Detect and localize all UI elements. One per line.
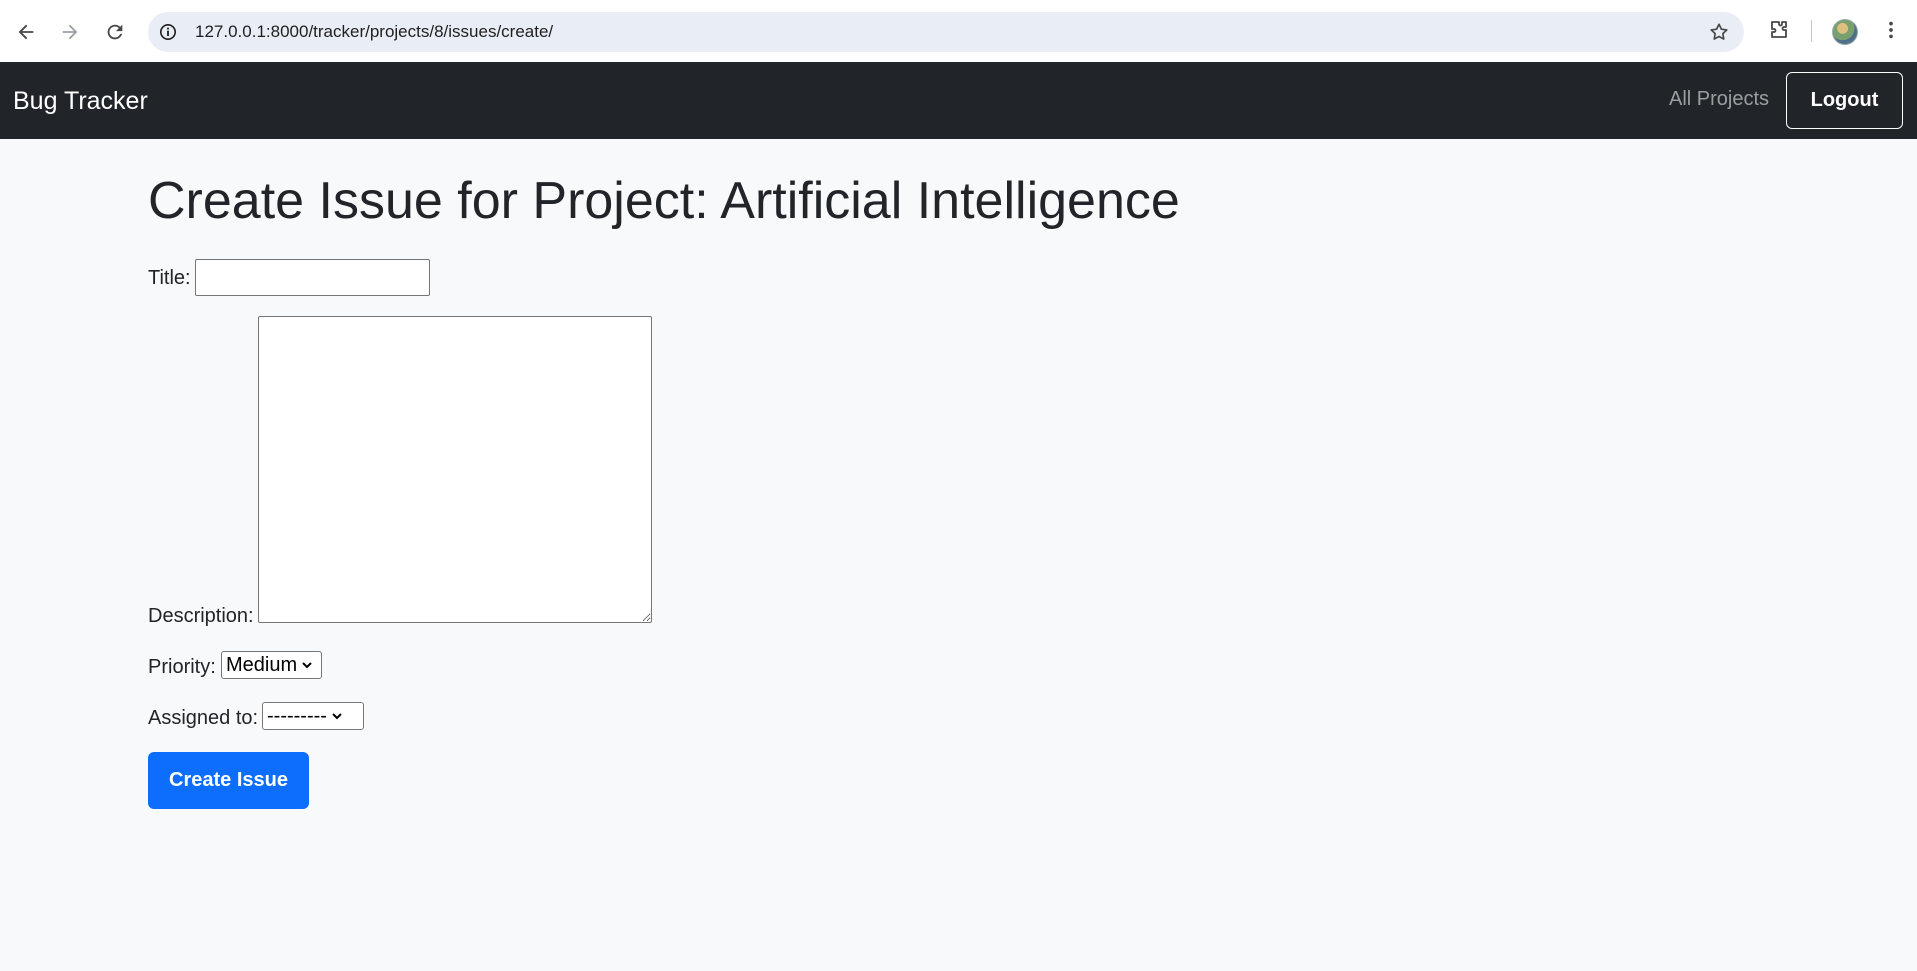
profile-avatar[interactable] [1832,19,1858,45]
app-navbar: Bug Tracker All Projects Logout [0,62,1917,139]
extensions-icon[interactable] [1766,17,1792,43]
navbar-brand[interactable]: Bug Tracker [13,86,148,116]
nav-link-all-projects[interactable]: All Projects [1669,86,1769,112]
back-arrow-icon[interactable] [8,14,44,50]
chevron-down-icon [331,710,343,722]
assigned-select[interactable]: --------- [262,702,364,730]
priority-select[interactable]: Medium [221,651,322,679]
page-title: Create Issue for Project: Artificial Int… [148,172,1180,230]
title-label: Title: [148,267,191,289]
description-label: Description: [148,605,254,627]
chevron-down-icon [301,659,313,671]
more-menu-icon[interactable] [1878,17,1904,43]
create-issue-button[interactable]: Create Issue [148,752,309,809]
priority-label: Priority: [148,656,216,678]
title-input[interactable] [195,259,430,296]
bookmark-star-icon[interactable] [1708,21,1730,43]
forward-arrow-icon[interactable] [52,14,88,50]
reload-icon[interactable] [97,14,133,50]
priority-selected-value: Medium [226,653,298,676]
site-info-icon[interactable] [158,22,178,42]
browser-toolbar: 127.0.0.1:8000/tracker/projects/8/issues… [0,0,1917,62]
assigned-label: Assigned to: [148,707,259,729]
logout-button[interactable]: Logout [1786,72,1903,129]
address-bar[interactable]: 127.0.0.1:8000/tracker/projects/8/issues… [148,12,1744,52]
assigned-selected-value: --------- [267,704,327,727]
toolbar-divider [1811,20,1812,42]
description-textarea[interactable] [258,316,652,623]
url-text[interactable]: 127.0.0.1:8000/tracker/projects/8/issues… [195,22,553,42]
